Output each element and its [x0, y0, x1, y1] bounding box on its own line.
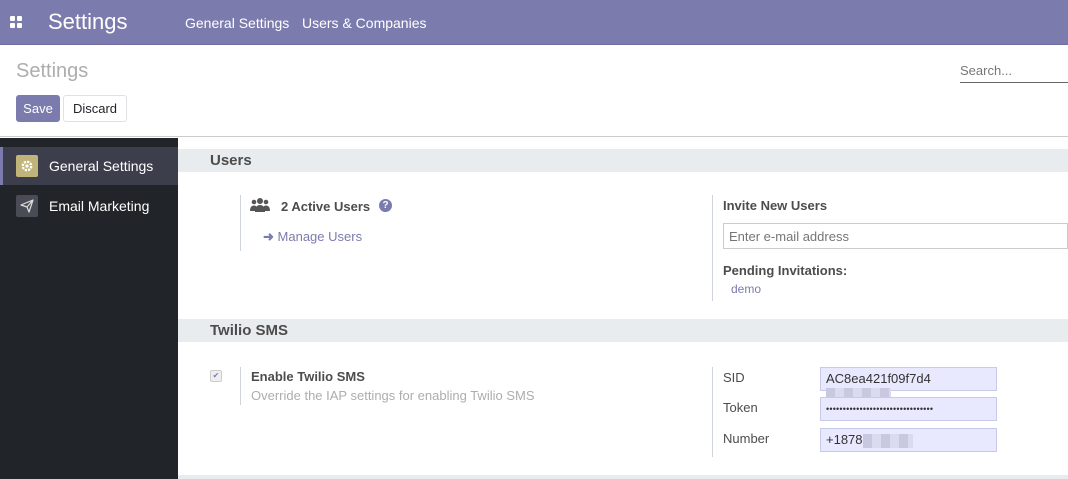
search-input[interactable]	[960, 58, 1068, 83]
divider	[240, 195, 241, 251]
sidebar-item-general-settings[interactable]: General Settings	[0, 147, 178, 185]
discard-button[interactable]: Discard	[63, 95, 127, 122]
invite-title: Invite New Users	[723, 198, 828, 213]
active-users-count: 2 Active Users	[281, 199, 371, 214]
menu-users-companies[interactable]: Users & Companies	[302, 15, 427, 31]
section-title: Twilio SMS	[210, 322, 289, 339]
sid-field[interactable]: AC8ea421f09f7d4	[820, 367, 997, 402]
sid-label: SID	[723, 370, 745, 385]
enable-twilio-help: Override the IAP settings for enabling T…	[251, 388, 535, 403]
paper-plane-icon	[16, 195, 38, 217]
page-title: Settings	[16, 60, 89, 82]
menu-general-settings[interactable]: General Settings	[185, 15, 289, 31]
sidebar-item-label: General Settings	[49, 158, 154, 174]
token-field[interactable]: ••••••••••••••••••••••••••••••••	[820, 397, 997, 421]
pending-invitations-title: Pending Invitations:	[723, 263, 848, 278]
enable-twilio-label: Enable Twilio SMS	[251, 369, 365, 384]
control-panel: Settings Save Discard	[0, 46, 1068, 137]
twilio-section-header: Twilio SMS	[178, 319, 1068, 342]
invite-email-input[interactable]	[723, 223, 1068, 249]
top-navbar: Settings General Settings Users & Compan…	[0, 0, 1068, 45]
number-label: Number	[723, 431, 770, 446]
divider	[712, 367, 713, 457]
users-section-header: Users	[178, 149, 1068, 172]
divider	[240, 367, 241, 405]
enable-twilio-checkbox[interactable]: ✔	[210, 370, 222, 382]
app-title: Settings	[48, 9, 128, 34]
number-field[interactable]: +1878	[820, 428, 997, 452]
sidebar-item-email-marketing[interactable]: Email Marketing	[0, 187, 178, 225]
help-icon[interactable]: ?	[379, 199, 392, 212]
arrow-right-icon: ➜	[263, 229, 274, 244]
manage-users-label: Manage Users	[277, 229, 363, 244]
section-title: Users	[210, 152, 252, 169]
token-label: Token	[723, 400, 758, 415]
next-section-header	[178, 475, 1068, 479]
save-button[interactable]: Save	[16, 95, 60, 122]
manage-users-link[interactable]: ➜ Manage Users	[263, 229, 362, 245]
apps-grid-icon[interactable]	[10, 16, 22, 28]
gear-icon	[16, 155, 38, 177]
number-value: +1878	[826, 432, 863, 447]
users-icon	[250, 198, 270, 212]
redacted-mask	[862, 433, 913, 448]
sidebar-item-label: Email Marketing	[49, 198, 150, 214]
sid-value: AC8ea421f09f7d4	[826, 371, 931, 386]
settings-content: Users 2 Active Users ? ➜ Manage Users In…	[178, 138, 1068, 479]
divider	[712, 195, 713, 301]
pending-invitation-item[interactable]: demo	[731, 282, 761, 296]
settings-sidebar: General Settings Email Marketing	[0, 138, 178, 479]
